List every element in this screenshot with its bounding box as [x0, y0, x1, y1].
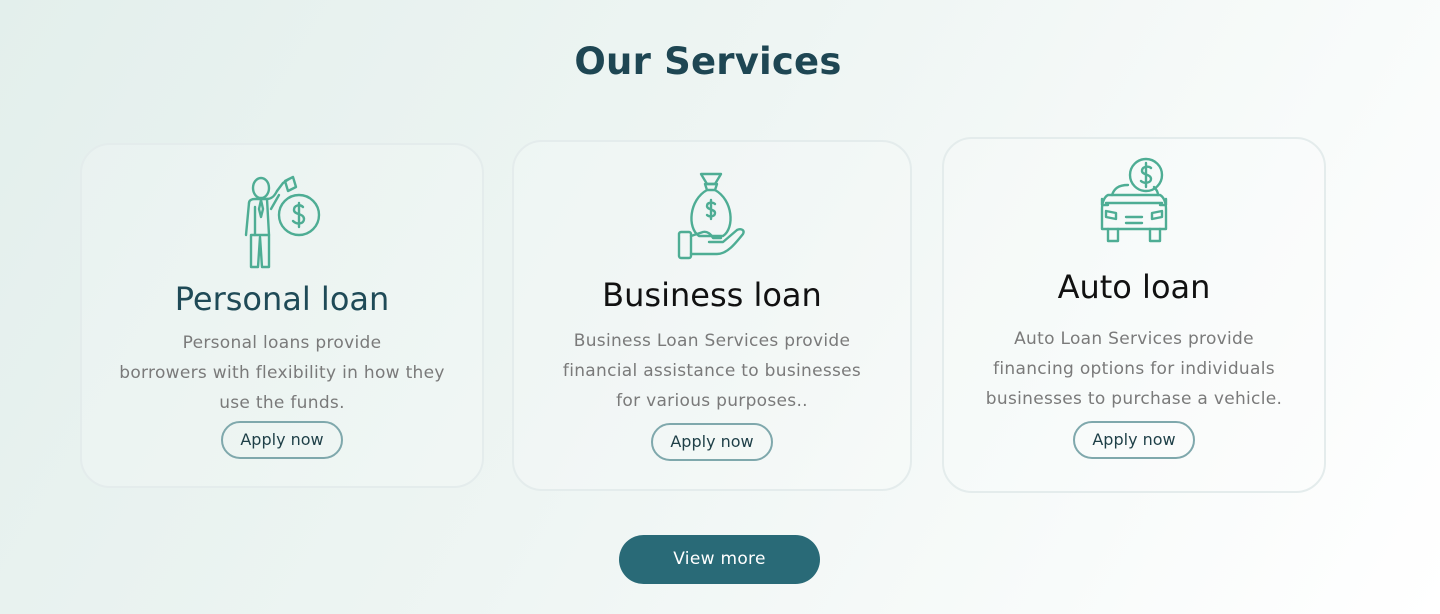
card-title: Business loan: [602, 276, 822, 314]
description-line: for various purposes..: [616, 391, 808, 411]
card-title: Personal loan: [174, 280, 390, 318]
description-line: Auto Loan Services provide: [1014, 329, 1254, 349]
card-description: Business Loan Services provide financial…: [542, 326, 882, 416]
apply-now-button[interactable]: Apply now: [651, 423, 773, 461]
apply-now-button[interactable]: Apply now: [1073, 421, 1195, 459]
description-line: Business Loan Services provide: [573, 331, 851, 351]
apply-now-button[interactable]: Apply now: [221, 421, 343, 459]
card-title: Auto loan: [1057, 268, 1211, 306]
description-line: businesses to purchase a vehicle.: [985, 389, 1283, 409]
card-description: Personal loans provide borrowers with fl…: [102, 328, 462, 418]
card-description: Auto Loan Services provide financing opt…: [964, 324, 1304, 414]
description-line: Personal loans provide: [182, 333, 382, 353]
hand-money-bag-icon: [675, 170, 749, 262]
description-line: borrowers with flexibility in how they: [119, 363, 445, 383]
car-dollar-icon: [1098, 155, 1170, 249]
description-line: use the funds.: [219, 393, 345, 413]
businessman-money-bag-icon: [241, 173, 323, 271]
description-line: financing options for individuals: [993, 359, 1275, 379]
service-card-business-loan: Business loan Business Loan Services pro…: [512, 140, 912, 491]
description-line: financial assistance to businesses: [562, 361, 862, 381]
service-card-auto-loan: Auto loan Auto Loan Services provide fin…: [942, 137, 1326, 493]
service-card-personal-loan: Personal loan Personal loans provide bor…: [80, 143, 484, 488]
view-more-button[interactable]: View more: [619, 535, 820, 584]
section-title: Our Services: [574, 40, 842, 83]
